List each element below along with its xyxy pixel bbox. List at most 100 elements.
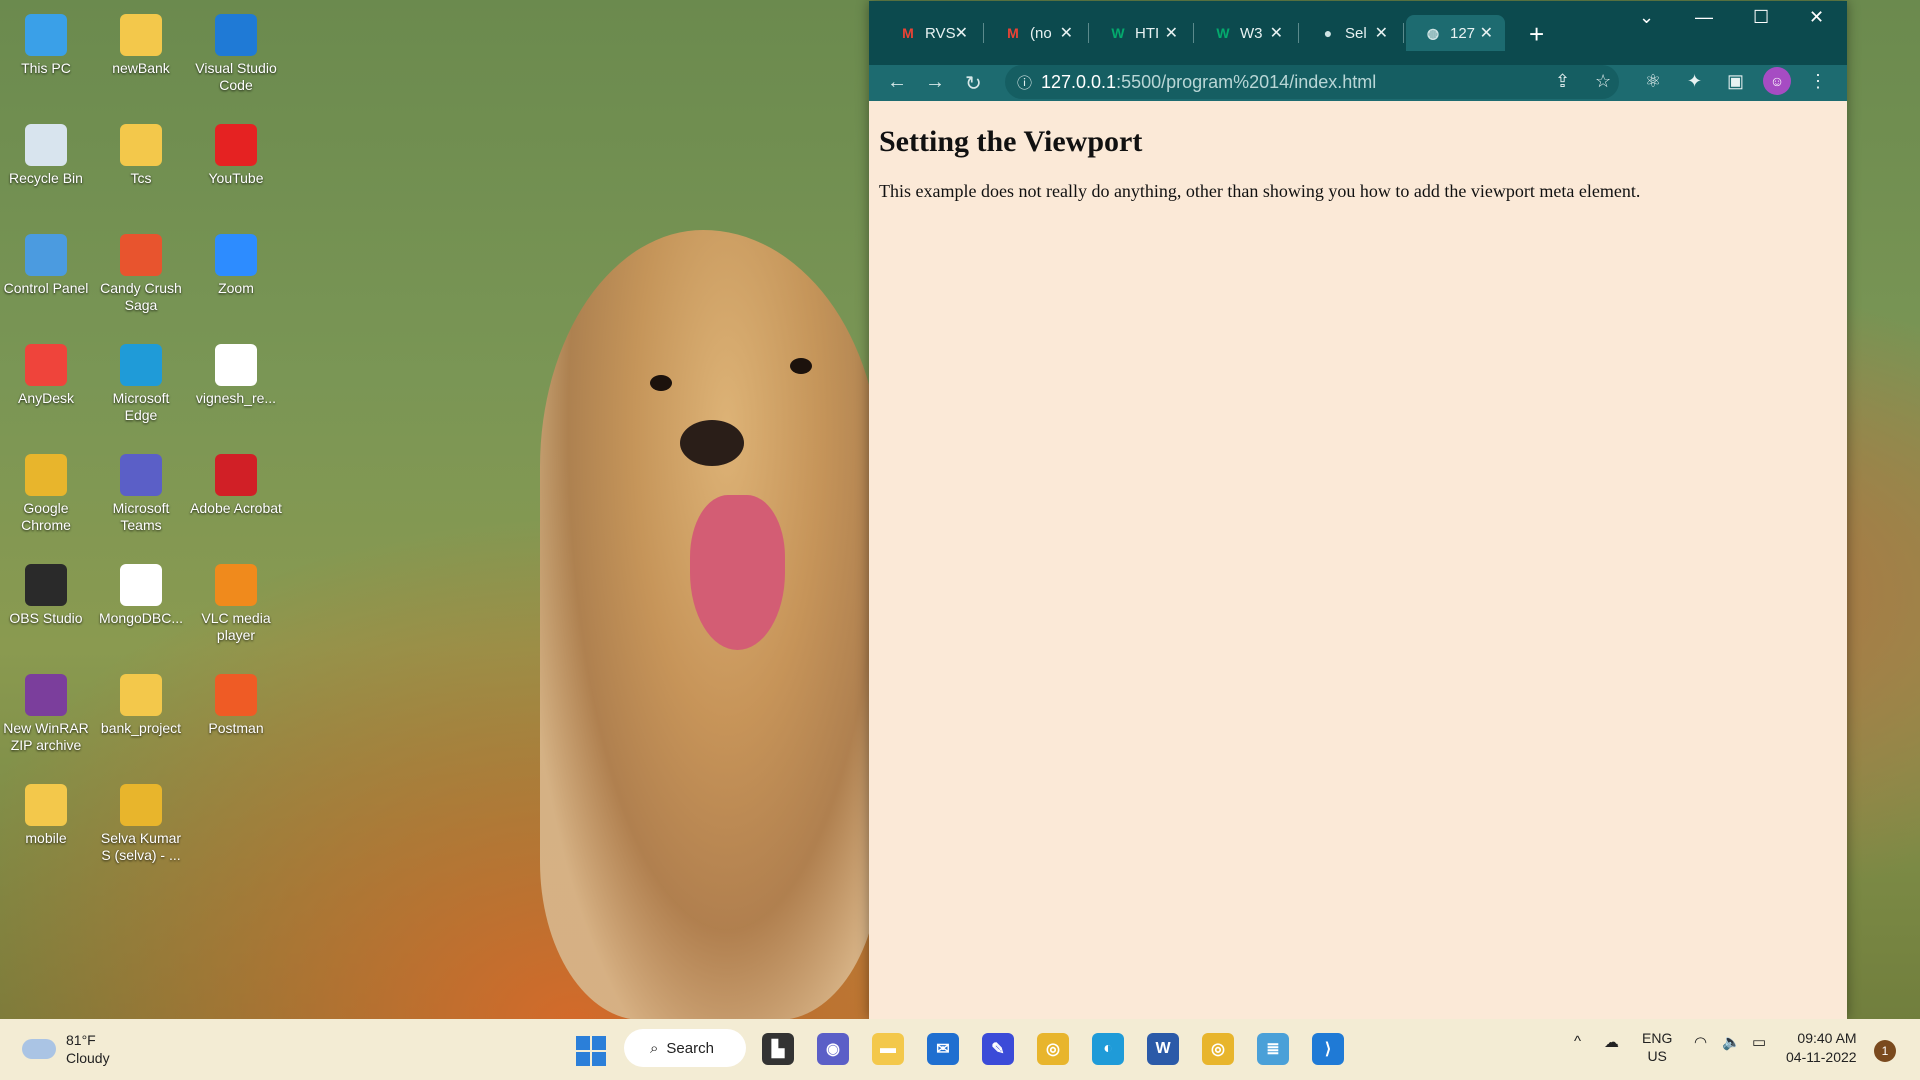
desktop-icon[interactable]: Visual Studio Code bbox=[190, 8, 282, 108]
browser-menu-icon[interactable]: ⋮ bbox=[1809, 71, 1827, 92]
close-window-button[interactable]: ✕ bbox=[1809, 7, 1824, 28]
desktop-icon[interactable]: Control Panel bbox=[0, 228, 92, 328]
tab-title: W3 bbox=[1240, 24, 1263, 42]
url-path: :5500/program%2014/index.html bbox=[1116, 71, 1377, 92]
desktop-icon[interactable]: Selva Kumar S (selva) - ... bbox=[95, 778, 187, 878]
tab-close-icon[interactable]: ✕ bbox=[1270, 23, 1283, 43]
tab-close-icon[interactable]: ✕ bbox=[1165, 23, 1178, 43]
lang-label: ENG bbox=[1642, 1030, 1673, 1046]
desktop-icon[interactable]: Zoom bbox=[190, 228, 282, 328]
maximize-button[interactable]: ☐ bbox=[1753, 7, 1769, 28]
tab-close-icon[interactable]: ✕ bbox=[1480, 23, 1493, 43]
desktop-icon[interactable]: bank_project bbox=[95, 668, 187, 768]
share-icon[interactable]: ⇪ bbox=[1555, 71, 1570, 92]
volume-icon[interactable]: 🔈 bbox=[1722, 1033, 1741, 1051]
desktop-icon[interactable]: vignesh_re... bbox=[190, 338, 282, 438]
desktop-icon-label: Control Panel bbox=[3, 280, 89, 296]
chrome-icon[interactable]: ◎ bbox=[1037, 1033, 1069, 1065]
desktop-icon-label: Microsoft Teams bbox=[112, 500, 170, 533]
desktop-icon-label: Adobe Acrobat bbox=[190, 500, 282, 516]
tab-close-icon[interactable]: ✕ bbox=[1375, 23, 1388, 43]
desktop-icon[interactable]: Tcs bbox=[95, 118, 187, 218]
notepad-icon[interactable]: ≣ bbox=[1257, 1033, 1289, 1065]
tab-search-icon[interactable]: ⌄ bbox=[1639, 7, 1654, 28]
tab-close-icon[interactable]: ✕ bbox=[955, 23, 968, 43]
desktop-icon[interactable]: Recycle Bin bbox=[0, 118, 92, 218]
clock[interactable]: 09:40 AM 04-11-2022 bbox=[1786, 1029, 1857, 1067]
back-button[interactable]: ← bbox=[887, 71, 907, 94]
cloud-icon bbox=[22, 1039, 56, 1059]
desktop-icon[interactable]: This PC bbox=[0, 8, 92, 108]
obs-icon bbox=[25, 564, 67, 606]
desktop-icon[interactable]: mobile bbox=[0, 778, 92, 878]
desktop-icon[interactable]: YouTube bbox=[190, 118, 282, 218]
whiteboard-icon[interactable]: ✎ bbox=[982, 1033, 1014, 1065]
wallpaper-dog-eye bbox=[650, 375, 672, 391]
notification-badge[interactable]: 1 bbox=[1874, 1040, 1896, 1062]
desktop-icon-label: bank_project bbox=[100, 720, 182, 736]
start-button[interactable] bbox=[576, 1036, 606, 1066]
reload-button[interactable]: ↻ bbox=[965, 71, 982, 96]
tab-title: (no bbox=[1030, 24, 1052, 42]
tray-overflow-icon[interactable]: ^ bbox=[1574, 1033, 1581, 1050]
browser-tab[interactable]: ● Sel ✕ bbox=[1301, 15, 1400, 51]
desktop-icon-label: MongoDBC... bbox=[98, 610, 184, 626]
browser-tab[interactable]: W HTI ✕ bbox=[1091, 15, 1190, 51]
taskbar-search[interactable]: ⌕ Search bbox=[624, 1029, 746, 1067]
anydesk-icon bbox=[25, 344, 67, 386]
tab-separator bbox=[1088, 23, 1089, 43]
browser-toolbar: ← → ↻ ⓘ 127.0.0.1:5500/program%2014/inde… bbox=[869, 65, 1847, 101]
task-view-icon[interactable]: ▙ bbox=[762, 1033, 794, 1065]
profile-avatar[interactable]: ☺ bbox=[1763, 67, 1791, 95]
mail-icon[interactable]: ✉ bbox=[927, 1033, 959, 1065]
minimize-button[interactable]: — bbox=[1695, 7, 1713, 28]
desktop-icon[interactable]: VLC media player bbox=[190, 558, 282, 658]
chrome-profile-icon[interactable]: ◎ bbox=[1202, 1033, 1234, 1065]
browser-tab[interactable]: W W3 ✕ bbox=[1196, 15, 1295, 51]
file-explorer-icon[interactable]: ▬ bbox=[872, 1033, 904, 1065]
desktop-icon[interactable]: Google Chrome bbox=[0, 448, 92, 548]
mongodb-icon bbox=[120, 564, 162, 606]
tab-separator bbox=[1403, 23, 1404, 43]
desktop-icon[interactable]: Adobe Acrobat bbox=[190, 448, 282, 548]
vscode-icon[interactable]: ⟩ bbox=[1312, 1033, 1344, 1065]
tab-close-icon[interactable]: ✕ bbox=[1060, 23, 1073, 43]
extensions-icon[interactable]: ✦ bbox=[1687, 71, 1702, 92]
desktop-icon[interactable]: OBS Studio bbox=[0, 558, 92, 658]
wifi-icon[interactable]: ◠ bbox=[1694, 1033, 1707, 1051]
bookmark-star-icon[interactable]: ☆ bbox=[1595, 71, 1611, 92]
browser-tab[interactable]: M RVS ✕ bbox=[881, 15, 980, 51]
desktop-icon[interactable]: Postman bbox=[190, 668, 282, 768]
site-info-icon[interactable]: ⓘ bbox=[1017, 72, 1032, 93]
postman-icon bbox=[215, 674, 257, 716]
word-icon[interactable]: W bbox=[1147, 1033, 1179, 1065]
desktop-icon[interactable]: New WinRAR ZIP archive bbox=[0, 668, 92, 768]
weather-desc: Cloudy bbox=[66, 1050, 110, 1066]
desktop-icon-label: Microsoft Edge bbox=[112, 390, 170, 423]
teams-chat-icon[interactable]: ◉ bbox=[817, 1033, 849, 1065]
browser-tab[interactable]: ◍ 127 ✕ bbox=[1406, 15, 1505, 51]
weather-widget[interactable]: 81°F Cloudy bbox=[22, 1031, 110, 1067]
onedrive-icon[interactable]: ☁ bbox=[1604, 1033, 1619, 1051]
desktop-icon[interactable]: newBank bbox=[95, 8, 187, 108]
desktop-icon[interactable]: MongoDBC... bbox=[95, 558, 187, 658]
folder-icon bbox=[120, 124, 162, 166]
desktop-icon[interactable]: Candy Crush Saga bbox=[95, 228, 187, 328]
new-tab-button[interactable]: + bbox=[1529, 19, 1544, 50]
tab-title: 127 bbox=[1450, 24, 1476, 42]
pdf-icon bbox=[215, 344, 257, 386]
desktop-icon[interactable]: Microsoft Edge bbox=[95, 338, 187, 438]
side-panel-icon[interactable]: ▣ bbox=[1727, 71, 1744, 92]
language-indicator[interactable]: ENG US bbox=[1642, 1029, 1672, 1065]
github-icon: ● bbox=[1323, 25, 1333, 41]
forward-button[interactable]: → bbox=[925, 71, 945, 94]
desktop-icon[interactable]: Microsoft Teams bbox=[95, 448, 187, 548]
gmail-icon: M bbox=[1007, 25, 1019, 41]
browser-tab[interactable]: M (no ✕ bbox=[986, 15, 1085, 51]
url-host: 127.0.0.1 bbox=[1041, 71, 1117, 92]
desktop-icon[interactable]: AnyDesk bbox=[0, 338, 92, 438]
react-devtools-icon[interactable]: ⚛ bbox=[1645, 71, 1661, 92]
address-bar[interactable]: ⓘ 127.0.0.1:5500/program%2014/index.html bbox=[1005, 65, 1619, 99]
battery-icon[interactable]: ▭ bbox=[1752, 1033, 1766, 1051]
edge-icon[interactable]: ◐ bbox=[1092, 1033, 1124, 1065]
